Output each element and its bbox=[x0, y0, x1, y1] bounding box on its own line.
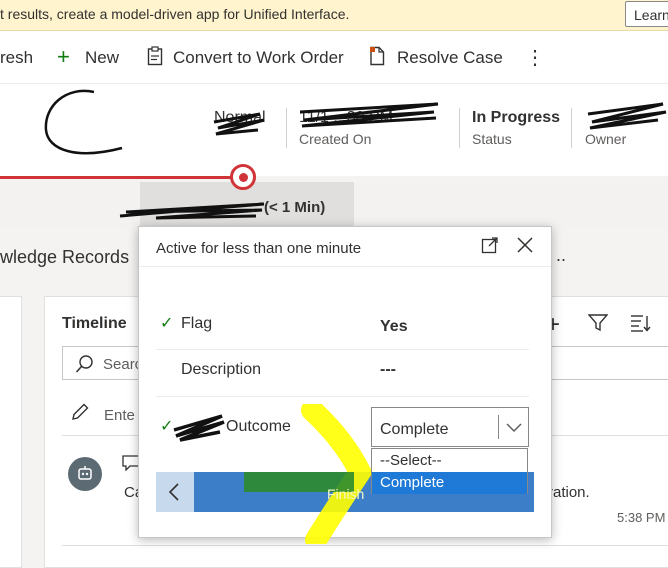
clipboard-icon bbox=[147, 46, 163, 71]
flyout-title: Active for less than one minute bbox=[156, 240, 362, 257]
back-button[interactable] bbox=[156, 472, 194, 512]
activity-text-end: ration. bbox=[548, 484, 590, 501]
flag-label: Flag bbox=[181, 315, 213, 332]
outcome-select-value: Complete bbox=[380, 421, 449, 438]
learn-more-button[interactable]: Learn bbox=[625, 1, 668, 27]
timeline-title: Timeline bbox=[62, 315, 127, 332]
knowledge-records-title: wledge Records bbox=[0, 247, 130, 267]
activity-timestamp: 5:38 PM bbox=[617, 510, 666, 525]
more-commands-button[interactable]: ⋮ bbox=[525, 45, 545, 70]
record-header bbox=[0, 84, 668, 176]
status-value: In Progress bbox=[472, 109, 561, 126]
new-button[interactable]: New bbox=[85, 48, 119, 68]
row-divider bbox=[156, 396, 529, 397]
expand-icon[interactable] bbox=[481, 236, 499, 259]
row-divider bbox=[156, 349, 529, 350]
option-complete[interactable]: Complete bbox=[372, 472, 527, 494]
status-label: Status bbox=[472, 131, 512, 147]
bot-icon bbox=[77, 465, 93, 488]
resolve-case-icon bbox=[369, 46, 385, 71]
more-tabs-button[interactable]: .. bbox=[556, 245, 566, 266]
header-separator bbox=[286, 108, 287, 148]
chevron-left-icon bbox=[168, 483, 179, 501]
description-value[interactable]: --- bbox=[380, 361, 396, 379]
created-on-value: 11/1 ...30 PM bbox=[299, 109, 393, 126]
timeline-divider bbox=[62, 545, 668, 546]
search-placeholder: Searc bbox=[103, 356, 143, 373]
check-icon: ✓ bbox=[160, 418, 174, 435]
finish-button[interactable]: Finish bbox=[327, 486, 364, 502]
option-select[interactable]: --Select-- bbox=[372, 450, 527, 472]
created-on-label: Created On bbox=[299, 131, 372, 147]
close-icon[interactable] bbox=[516, 236, 534, 259]
header-separator bbox=[571, 108, 572, 148]
owner-label: Owner bbox=[585, 131, 627, 147]
pencil-icon bbox=[70, 402, 90, 427]
check-icon: ✓ bbox=[160, 315, 174, 332]
select-separator bbox=[498, 415, 499, 439]
search-icon bbox=[75, 354, 95, 379]
plus-icon: + bbox=[57, 44, 70, 69]
banner-text: t results, create a model-driven app for… bbox=[0, 6, 350, 22]
chevron-down-icon[interactable] bbox=[506, 420, 522, 438]
refresh-button[interactable]: resh bbox=[0, 48, 33, 68]
filter-icon[interactable] bbox=[587, 314, 609, 337]
enter-note-input[interactable]: Ente bbox=[104, 407, 135, 424]
outcome-label: Outcome bbox=[226, 418, 291, 435]
active-stage-dot bbox=[239, 173, 248, 182]
convert-to-work-order-button[interactable]: Convert to Work Order bbox=[173, 48, 344, 68]
sort-icon[interactable] bbox=[629, 314, 651, 337]
priority-value: Normal bbox=[214, 109, 266, 126]
flag-value[interactable]: Yes bbox=[380, 318, 408, 336]
flyout-divider bbox=[139, 266, 551, 267]
resolve-case-button[interactable]: Resolve Case bbox=[397, 48, 503, 68]
header-separator bbox=[459, 108, 460, 148]
stage-duration: (< 1 Min) bbox=[264, 199, 326, 216]
progress-line bbox=[0, 176, 246, 179]
left-card bbox=[0, 296, 22, 568]
description-label: Description bbox=[181, 361, 262, 378]
